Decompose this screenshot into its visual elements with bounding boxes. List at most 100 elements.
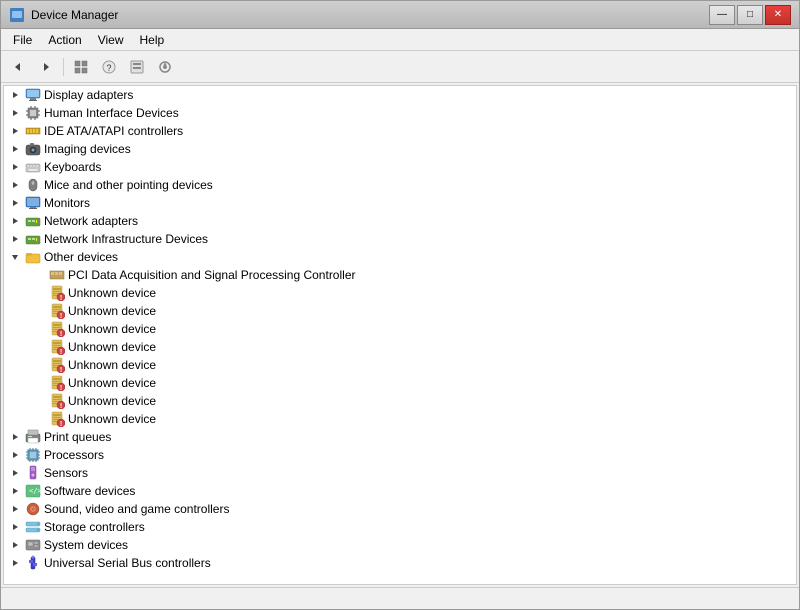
tree-item-network[interactable]: Network adapters <box>4 212 796 230</box>
tree-item-system[interactable]: System devices <box>4 536 796 554</box>
unknown-icon: ! <box>49 285 65 301</box>
maximize-button[interactable]: □ <box>737 5 763 25</box>
tree-item-sound[interactable]: Sound, video and game controllers <box>4 500 796 518</box>
tree-item-software[interactable]: </>Software devices <box>4 482 796 500</box>
expand-btn-network[interactable] <box>8 214 22 228</box>
tree-item-unk2[interactable]: !Unknown device <box>4 302 796 320</box>
expand-btn-system[interactable] <box>8 538 22 552</box>
expand-btn-keyboards[interactable] <box>8 160 22 174</box>
mouse-icon <box>25 177 41 193</box>
unknown-icon: ! <box>49 321 65 337</box>
expand-btn-processors[interactable] <box>8 448 22 462</box>
expand-btn-unk5[interactable] <box>32 358 46 372</box>
svg-text:!: ! <box>60 313 62 319</box>
tree-item-label-ide: IDE ATA/ATAPI controllers <box>44 124 183 138</box>
expand-btn-display[interactable] <box>8 88 22 102</box>
tree-item-ide[interactable]: IDE ATA/ATAPI controllers <box>4 122 796 140</box>
expand-btn-other[interactable] <box>8 250 22 264</box>
device-manager-window: Device Manager — □ ✕ FileActionViewHelp … <box>0 0 800 610</box>
tree-item-mice[interactable]: Mice and other pointing devices <box>4 176 796 194</box>
menu-item-help[interactable]: Help <box>132 31 173 49</box>
expand-btn-imaging[interactable] <box>8 142 22 156</box>
expand-btn-netinfra[interactable] <box>8 232 22 246</box>
unknown-icon: ! <box>49 339 65 355</box>
back-button[interactable] <box>5 55 31 79</box>
tree-item-sensors[interactable]: Sensors <box>4 464 796 482</box>
tree-item-label-unk3: Unknown device <box>68 322 156 336</box>
unknown-icon: ! <box>49 411 65 427</box>
expand-btn-print[interactable] <box>8 430 22 444</box>
expand-btn-usb[interactable] <box>8 556 22 570</box>
tree-item-label-usb: Universal Serial Bus controllers <box>44 556 211 570</box>
tree-item-hid[interactable]: Human Interface Devices <box>4 104 796 122</box>
unknown-icon: ! <box>49 375 65 391</box>
tree-item-netinfra[interactable]: Network Infrastructure Devices <box>4 230 796 248</box>
title-buttons: — □ ✕ <box>709 5 791 25</box>
svg-text:!: ! <box>60 367 62 373</box>
tree-item-label-system: System devices <box>44 538 128 552</box>
help-button[interactable]: ? <box>96 55 122 79</box>
expand-btn-unk2[interactable] <box>32 304 46 318</box>
folder-icon <box>25 249 41 265</box>
expand-btn-monitors[interactable] <box>8 196 22 210</box>
status-bar <box>1 587 799 609</box>
minimize-button[interactable]: — <box>709 5 735 25</box>
tree-item-label-software: Software devices <box>44 484 135 498</box>
monitor-icon <box>25 87 41 103</box>
tree-item-label-imaging: Imaging devices <box>44 142 131 156</box>
tree-item-unk5[interactable]: !Unknown device <box>4 356 796 374</box>
menu-bar: FileActionViewHelp <box>1 29 799 51</box>
tree-item-other[interactable]: Other devices <box>4 248 796 266</box>
expand-btn-unk3[interactable] <box>32 322 46 336</box>
sound-icon <box>25 501 41 517</box>
svg-text:</>: </> <box>29 487 41 495</box>
tree-item-keyboards[interactable]: Keyboards <box>4 158 796 176</box>
expand-btn-unk4[interactable] <box>32 340 46 354</box>
expand-btn-sensors[interactable] <box>8 466 22 480</box>
tree-item-label-unk6: Unknown device <box>68 376 156 390</box>
expand-btn-mice[interactable] <box>8 178 22 192</box>
expand-btn-unk7[interactable] <box>32 394 46 408</box>
expand-btn-hid[interactable] <box>8 106 22 120</box>
tree-item-unk3[interactable]: !Unknown device <box>4 320 796 338</box>
tree-item-label-storage: Storage controllers <box>44 520 145 534</box>
tree-item-print[interactable]: Print queues <box>4 428 796 446</box>
properties-button[interactable] <box>68 55 94 79</box>
unknown-icon: ! <box>49 303 65 319</box>
tree-item-unk8[interactable]: !Unknown device <box>4 410 796 428</box>
update-button[interactable] <box>124 55 150 79</box>
expand-btn-software[interactable] <box>8 484 22 498</box>
expand-btn-storage[interactable] <box>8 520 22 534</box>
device-tree[interactable]: Display adapters Human Interface Devices I… <box>3 85 797 585</box>
tree-item-processors[interactable]: Processors <box>4 446 796 464</box>
expand-btn-pci[interactable] <box>32 268 46 282</box>
tree-item-unk7[interactable]: !Unknown device <box>4 392 796 410</box>
expand-btn-unk6[interactable] <box>32 376 46 390</box>
expand-btn-unk8[interactable] <box>32 412 46 426</box>
close-button[interactable]: ✕ <box>765 5 791 25</box>
tree-item-display[interactable]: Display adapters <box>4 86 796 104</box>
tree-item-unk6[interactable]: !Unknown device <box>4 374 796 392</box>
tree-item-label-display: Display adapters <box>44 88 133 102</box>
window-icon <box>9 7 25 23</box>
svg-text:!: ! <box>60 421 62 427</box>
tree-item-imaging[interactable]: Imaging devices <box>4 140 796 158</box>
tree-item-storage[interactable]: Storage controllers <box>4 518 796 536</box>
expand-btn-sound[interactable] <box>8 502 22 516</box>
window-title: Device Manager <box>31 8 118 22</box>
menu-item-view[interactable]: View <box>90 31 132 49</box>
tree-item-unk4[interactable]: !Unknown device <box>4 338 796 356</box>
system-icon <box>25 537 41 553</box>
scan-button[interactable] <box>152 55 178 79</box>
tree-item-unk1[interactable]: !Unknown device <box>4 284 796 302</box>
expand-btn-unk1[interactable] <box>32 286 46 300</box>
tree-item-pci[interactable]: PCI Data Acquisition and Signal Processi… <box>4 266 796 284</box>
tree-item-monitors[interactable]: Monitors <box>4 194 796 212</box>
tree-item-label-other: Other devices <box>44 250 118 264</box>
expand-btn-ide[interactable] <box>8 124 22 138</box>
menu-item-action[interactable]: Action <box>40 31 89 49</box>
tree-item-usb[interactable]: Universal Serial Bus controllers <box>4 554 796 572</box>
menu-item-file[interactable]: File <box>5 31 40 49</box>
tree-item-label-unk4: Unknown device <box>68 340 156 354</box>
forward-button[interactable] <box>33 55 59 79</box>
